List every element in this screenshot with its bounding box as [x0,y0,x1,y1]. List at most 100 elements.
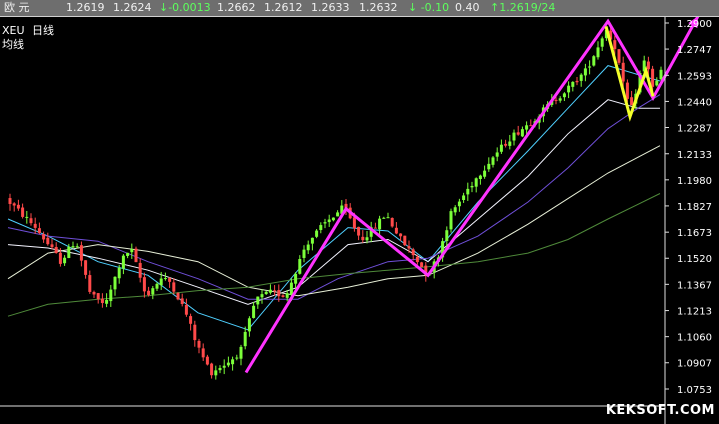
moving-average-line [7,145,661,297]
candle-body [109,289,113,302]
y-tick-label: 1.2440 [677,97,712,108]
candle-body [420,262,424,267]
quote-field: 1.2612 [264,1,303,14]
candle-body [621,62,625,82]
candle-body [516,132,520,135]
candle-body [600,38,604,47]
quote-change-pct: ↓ -0.10 [408,1,450,14]
price-chart[interactable]: 1.2900 1.2747 1.2593 1.2440 1.2287 1.2133 1.19… [0,17,719,424]
candle-body [617,49,621,63]
candle-body [298,259,302,274]
candle-body [205,356,209,365]
pattern-line [244,17,700,374]
candle-body [142,277,146,292]
candle-body [130,248,134,253]
candle-body [331,217,335,221]
candle-body [579,74,583,81]
candle-body [487,163,491,170]
candle-body [268,289,272,293]
candle-body [16,204,20,209]
watermark: KEKSOFT.COM [605,403,715,418]
y-tick-label: 1.2900 [677,19,712,30]
candle-body [361,236,365,241]
candle-body [592,56,596,66]
moving-average-line [7,94,661,300]
candle-body [117,267,121,279]
candle-body [218,368,222,371]
candle-body [651,68,655,87]
quote-field: 0.40 [455,1,480,14]
candle-body [474,178,478,187]
candle-body [457,201,461,207]
candle-body [46,237,50,245]
candle-body [210,363,214,376]
candle-body [483,170,487,177]
candle-body [214,370,218,376]
candle-body [239,346,243,359]
candle-body [462,195,466,200]
candle-body [113,276,117,290]
candle-body [67,246,71,258]
candle-body [168,278,172,282]
candle-body [508,141,512,146]
candle-body [403,235,407,246]
y-tick-label: 1.1827 [677,202,712,213]
candle-body [323,222,327,224]
candle-body [575,80,579,83]
candle-body [260,294,264,298]
candle-body [92,291,96,295]
candle-body [525,125,529,130]
y-tick-label: 1.2593 [677,71,712,82]
candle-body [71,246,75,248]
candle-body [491,157,495,165]
candle-body [96,293,100,300]
candle-body [357,226,361,236]
candle-body [394,227,398,234]
candle-body [12,203,16,206]
candle-body [84,260,88,275]
candle-body [79,245,83,261]
candle-body [33,223,37,228]
candle-body [285,293,289,298]
candle-body [134,248,138,263]
candle-body [562,93,566,98]
candle-body [306,244,310,251]
candle-body [172,282,176,292]
y-tick-label: 1.2747 [677,45,712,56]
candle-body [264,291,268,295]
candle-body [29,218,33,224]
candle-body [495,152,499,157]
candle-body [75,246,79,248]
y-tick-label: 1.0753 [677,385,712,396]
candle-body [289,282,293,295]
candle-body [554,99,558,101]
quote-field: 1.2632 [359,1,398,14]
candle-body [512,132,516,141]
candle-body [105,300,109,304]
candle-body [8,198,12,204]
candle-body [373,227,377,229]
candle-body [386,217,390,219]
candle-body [478,175,482,180]
candle-body [243,331,247,347]
candle-body [277,290,281,297]
candle-body [159,278,163,286]
candle-body [583,68,587,76]
candle-body [273,290,277,292]
moving-average-line [7,65,661,331]
candle-body [453,207,457,213]
candle-body [256,296,260,305]
candle-body [466,188,470,195]
candle-body [310,237,314,244]
candle-body [378,218,382,230]
candle-body [88,275,92,292]
candle-body [302,249,306,258]
candle-body [54,246,58,254]
candle-body [558,98,562,101]
candle-body [163,278,167,280]
candle-body [407,246,411,249]
candle-body [25,216,29,218]
candle-body [151,288,155,295]
candle-body [613,40,617,50]
quote-bid-ask: ↑1.2619/24 [490,1,556,14]
